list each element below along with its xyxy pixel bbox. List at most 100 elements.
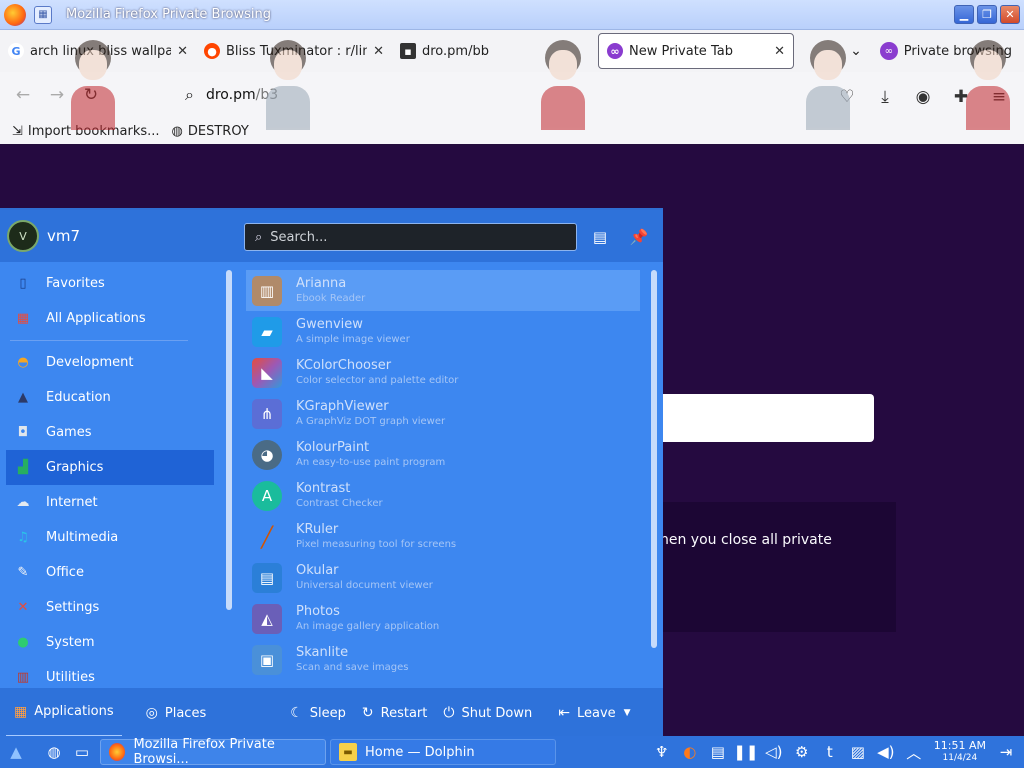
category-system[interactable]: ● System	[0, 625, 222, 660]
tab-new-private[interactable]: ∞ New Private Tab ✕	[598, 33, 794, 69]
task-label: Mozilla Firefox Private Browsi...	[133, 737, 275, 767]
category-all-applications[interactable]: ▦ All Applications	[0, 301, 222, 336]
app-kcolorchooser[interactable]: ◣ KColorChooser Color selector and palett…	[246, 352, 640, 393]
terminal-icon[interactable]: ▭	[68, 738, 96, 766]
close-tab-icon[interactable]: ✕	[768, 44, 785, 59]
username: vm7	[47, 227, 81, 245]
google-icon: G	[8, 43, 24, 59]
leave-button[interactable]: ⇤ Leave ▼	[550, 688, 638, 738]
app-kontrast[interactable]: A Kontrast Contrast Checker	[246, 475, 640, 516]
places-tab[interactable]: ◎ Places	[138, 688, 215, 738]
window-title: Mozilla Firefox Private Browsing	[66, 7, 271, 22]
apps-scrollbar[interactable]	[651, 270, 657, 648]
compass-icon: ◎	[145, 705, 158, 721]
url-path: /b3	[255, 87, 279, 103]
window-menu-icon[interactable]: ▦	[34, 5, 52, 24]
configure-icon[interactable]: ▤	[587, 224, 613, 250]
clock[interactable]: 11:51 AM 11/4/24	[934, 740, 986, 764]
places-label: Places	[164, 705, 207, 721]
forward-arrow-icon[interactable]: →	[40, 78, 74, 112]
pause-icon[interactable]: ❚❚	[732, 738, 760, 766]
task-dolphin[interactable]: ▬ Home — Dolphin	[330, 739, 556, 765]
app-kruler[interactable]: ╱ KRuler Pixel measuring tool for screens	[246, 516, 640, 557]
category-label: Favorites	[46, 276, 105, 291]
category-development[interactable]: ◓ Development	[0, 345, 222, 380]
app-kolourpaint[interactable]: ◕ KolourPaint An easy-to-use paint progra…	[246, 434, 640, 475]
applications-label: Applications	[34, 704, 114, 719]
chevron-up-icon[interactable]: ︿	[900, 738, 928, 766]
category-education[interactable]: ▲ Education	[0, 380, 222, 415]
tab-reddit[interactable]: ● Bliss Tuxminator : r/lin ✕	[196, 33, 392, 69]
app-launcher-icon[interactable]: ▲	[2, 738, 30, 766]
launcher-search-input[interactable]: ⌕ Search...	[244, 223, 577, 251]
category-utilities[interactable]: ▥ Utilities	[0, 660, 222, 686]
category-games[interactable]: ◘ Games	[0, 415, 222, 450]
text-tool-icon[interactable]: t	[816, 738, 844, 766]
category-label: Education	[46, 390, 111, 405]
category-settings[interactable]: ✕ Settings	[0, 590, 222, 625]
settings-gear-icon[interactable]: ⚙	[788, 738, 816, 766]
chevron-down-icon[interactable]: ⌄	[842, 43, 870, 59]
firefox-tray-icon[interactable]: ◐	[676, 738, 704, 766]
shutdown-button[interactable]: ⏻ Shut Down	[435, 688, 540, 738]
sleep-button[interactable]: ☾ Sleep	[282, 688, 354, 738]
bookmark-destroy[interactable]: ◍ DESTROY	[172, 124, 249, 139]
minimize-button[interactable]: ▁	[954, 5, 974, 24]
close-window-button[interactable]: ✕	[1000, 5, 1020, 24]
app-description: A GraphViz DOT graph viewer	[296, 415, 446, 427]
back-arrow-icon[interactable]: ←	[6, 78, 40, 112]
category-internet[interactable]: ☁ Internet	[0, 485, 222, 520]
volume-icon[interactable]: ◁)	[760, 738, 788, 766]
graduation-cap-icon: ▲	[18, 390, 28, 405]
reload-icon[interactable]: ↻	[74, 78, 108, 112]
task-firefox[interactable]: Mozilla Firefox Private Browsi...	[100, 737, 326, 767]
notifications-icon[interactable]: ♆	[648, 738, 676, 766]
private-info-text: hen you close all private	[660, 532, 832, 548]
page-search-box[interactable]	[640, 394, 874, 442]
category-office[interactable]: ✎ Office	[0, 555, 222, 590]
download-icon[interactable]: ⤓	[868, 80, 902, 114]
window-titlebar[interactable]: ▦ Mozilla Firefox Private Browsing ▁ ❐ ✕	[0, 0, 1024, 30]
ruler-icon: ╱	[260, 524, 274, 549]
separator	[10, 340, 188, 341]
maximize-button[interactable]: ❐	[977, 5, 997, 24]
category-label: Internet	[46, 495, 98, 510]
extensions-icon[interactable]: ✚	[944, 80, 978, 114]
helmet-icon: ◓	[17, 355, 29, 370]
tab-google[interactable]: G arch linux bliss wallpa ✕	[0, 33, 196, 69]
screenshot-icon[interactable]: ▨	[844, 738, 872, 766]
bookmark-import[interactable]: ⇲ Import bookmarks...	[12, 124, 160, 139]
clipboard-icon[interactable]: ▤	[704, 738, 732, 766]
category-label: Office	[46, 565, 84, 580]
show-desktop-icon[interactable]: ⇥	[992, 738, 1020, 766]
tab-dropm[interactable]: ▪ dro.pm/bb	[392, 33, 598, 69]
account-icon[interactable]: ◉	[906, 80, 940, 114]
private-info-panel	[640, 502, 896, 632]
app-photos[interactable]: ◭ Photos An image gallery application	[246, 598, 640, 639]
app-okular[interactable]: ▤ Okular Universal document viewer	[246, 557, 640, 598]
category-favorites[interactable]: ▯ Favorites	[0, 266, 222, 301]
pocket-icon[interactable]: ♡	[830, 80, 864, 114]
restart-button[interactable]: ↻ Restart	[354, 688, 435, 738]
app-kgraphviewer[interactable]: ⋔ KGraphViewer A GraphViz DOT graph viewe…	[246, 393, 640, 434]
applications-tab[interactable]: ▦ Applications	[6, 688, 122, 738]
app-gwenview[interactable]: ▰ Gwenview A simple image viewer	[246, 311, 640, 352]
app-arianna[interactable]: ▥ Arianna Ebook Reader	[246, 270, 640, 311]
categories-scrollbar[interactable]	[226, 270, 232, 610]
category-multimedia[interactable]: ♫ Multimedia	[0, 520, 222, 555]
leave-icon: ⇤	[558, 705, 570, 721]
close-tab-icon[interactable]: ✕	[367, 44, 384, 59]
url-bar[interactable]: ⌕ dro.pm/b3	[185, 78, 825, 112]
hamburger-menu-icon[interactable]: ≡	[982, 80, 1016, 114]
avatar[interactable]: V	[7, 220, 39, 252]
firefox-launcher-icon[interactable]: ◍	[40, 738, 68, 766]
pin-icon[interactable]: 📌	[626, 224, 652, 250]
bookmark-icon: ▯	[19, 276, 27, 291]
color-chooser-icon: ◣	[252, 357, 282, 388]
close-tab-icon[interactable]: ✕	[171, 44, 188, 59]
category-label: Multimedia	[46, 530, 119, 545]
app-description: Ebook Reader	[296, 292, 366, 304]
speaker-icon[interactable]: ◀)	[872, 738, 900, 766]
app-skanlite[interactable]: ▣ Skanlite Scan and save images	[246, 639, 640, 680]
category-graphics[interactable]: ▟ Graphics	[6, 450, 214, 485]
